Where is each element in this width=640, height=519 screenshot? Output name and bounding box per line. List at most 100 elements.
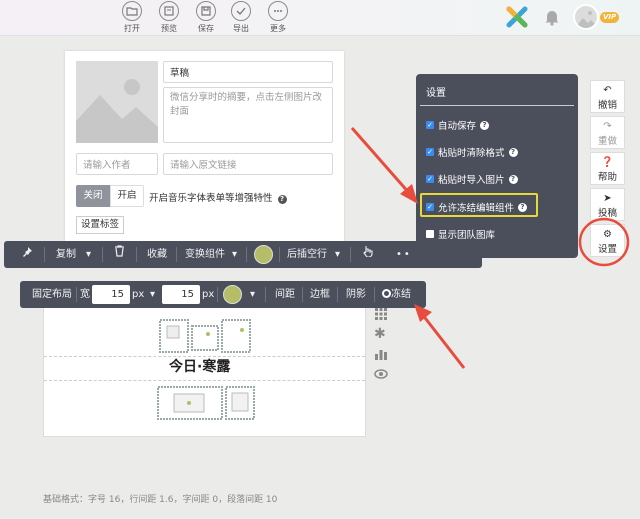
help-button[interactable]: ❓ 帮助 (590, 152, 625, 185)
author-input[interactable]: 请输入作者 (76, 153, 158, 175)
undo-button[interactable]: ↶ 撤销 (590, 80, 625, 113)
insert-dropdown-icon[interactable]: ▾ (335, 241, 340, 268)
show-team-gallery-option[interactable]: 显示团队图库 (426, 227, 495, 241)
help-circle-icon: ❓ (601, 157, 614, 168)
vip-badge: VIP (600, 12, 620, 23)
divider (44, 380, 365, 381)
separator (302, 287, 303, 302)
app-logo-icon[interactable] (506, 6, 528, 31)
help-icon[interactable]: ? (508, 174, 518, 184)
shadow-button[interactable]: 阴影 (346, 281, 366, 308)
cover-image-placeholder[interactable] (76, 61, 158, 143)
separator (337, 287, 338, 302)
open-button[interactable]: 打开 (115, 1, 149, 34)
set-tags-button[interactable]: 设置标签 (76, 216, 125, 234)
top-toolbar: 打开 预览 保存 导出 更多 VIP (0, 0, 640, 36)
redo-button[interactable]: ↷ 重做 (590, 116, 625, 149)
undo-label: 撤销 (597, 100, 617, 111)
separator (102, 247, 103, 262)
transform-component-button[interactable]: 变换组件 (185, 241, 225, 268)
trash-icon[interactable] (114, 241, 125, 268)
source-link-input[interactable]: 请输入原文链接 (163, 153, 333, 175)
article-settings-panel: 草稿 微信分享时的摘要，点击左侧图片改封面 请输入作者 请输入原文链接 关闭 开… (65, 51, 344, 241)
image-frame-group-bottom[interactable] (156, 385, 256, 421)
separator (44, 247, 45, 262)
separator (76, 287, 77, 302)
color-picker[interactable] (254, 241, 273, 268)
freeze-icon (382, 289, 391, 298)
width-label: 宽 (80, 289, 90, 300)
toggle-on-button[interactable]: 开启 (110, 185, 144, 207)
copy-dropdown-icon[interactable]: ▾ (86, 241, 91, 268)
settings-title: 设置 (426, 88, 446, 99)
separator (136, 247, 137, 262)
summary-input[interactable]: 微信分享时的摘要，点击左侧图片改封面 (163, 87, 333, 143)
freeze-label: 冻结 (391, 289, 411, 300)
separator (217, 287, 218, 302)
base-format-info: 基础格式：字号 16，行间距 1.6，字间距 0，段落间距 10 (43, 495, 278, 505)
eye-icon[interactable] (374, 367, 390, 387)
settings-dropdown: 设置 ✓ 自动保存 ? ✓ 粘贴时清除格式 ? ✓ 粘贴时导入图片 ? ✓ 允许… (416, 74, 578, 258)
editor-side-icons: ✱ (374, 307, 390, 387)
enhanced-features-label: 开启音乐字体表单等增强特性 ? (149, 190, 287, 204)
help-label: 帮助 (597, 172, 617, 183)
help-icon[interactable]: ? (508, 147, 518, 157)
preview-label: 预览 (161, 24, 177, 33)
separator (246, 247, 247, 262)
height-unit: px (202, 289, 215, 300)
height-input[interactable]: 15 (162, 285, 200, 304)
open-label: 打开 (124, 24, 140, 33)
hand-pointer-icon[interactable] (362, 241, 374, 268)
layout-color-picker[interactable] (223, 281, 242, 308)
asterisk-icon[interactable]: ✱ (374, 327, 390, 347)
bell-icon[interactable] (543, 8, 561, 29)
help-icon[interactable]: ? (518, 202, 528, 212)
auto-save-label: 自动保存 (438, 121, 477, 132)
paste-import-image-label: 粘贴时导入图片 (438, 175, 505, 186)
paste-import-image-option[interactable]: ✓ 粘贴时导入图片 ? (426, 172, 518, 186)
fixed-layout-button[interactable]: 固定布局 (32, 281, 72, 308)
bar-chart-icon[interactable] (374, 347, 390, 367)
border-button[interactable]: 边框 (310, 281, 330, 308)
width-unit: px (132, 289, 145, 300)
redo-label: 重做 (597, 136, 617, 147)
export-button[interactable]: 导出 (224, 1, 258, 34)
editor-heading[interactable]: 今日·寒露 (169, 356, 230, 376)
transform-dropdown-icon[interactable]: ▾ (232, 241, 237, 268)
paper-plane-icon: ➤ (603, 193, 612, 204)
grid-icon[interactable] (374, 307, 390, 327)
freeze-button[interactable]: 冻结 (382, 281, 411, 308)
allow-freeze-option[interactable]: ✓ 允许冻结编辑组件 ? (426, 200, 528, 214)
title-input[interactable]: 草稿 (163, 61, 333, 83)
redo-icon: ↷ (603, 121, 612, 132)
collect-button[interactable]: 收藏 (147, 241, 167, 268)
width-input[interactable]: 15 (92, 285, 130, 304)
help-icon[interactable]: ? (480, 120, 490, 130)
help-icon[interactable]: ? (277, 195, 287, 204)
export-icon (231, 1, 251, 21)
checkbox-unchecked-icon[interactable] (426, 230, 434, 238)
pin-icon[interactable] (22, 241, 33, 268)
save-button[interactable]: 保存 (189, 1, 223, 34)
toggle-off-button[interactable]: 关闭 (76, 185, 110, 207)
separator (279, 247, 280, 262)
layout-toolbar: 固定布局 宽 15 px ▾ 15 px ▾ 间距 边框 阴影 冻结 (20, 281, 426, 308)
auto-save-option[interactable]: ✓ 自动保存 ? (426, 118, 490, 132)
editor-canvas[interactable]: 今日·寒露 (43, 300, 366, 437)
paste-clear-format-option[interactable]: ✓ 粘贴时清除格式 ? (426, 145, 518, 159)
spacing-button[interactable]: 间距 (275, 281, 295, 308)
avatar[interactable] (573, 4, 599, 30)
preview-icon (159, 1, 179, 21)
layout-color-dropdown-icon[interactable]: ▾ (250, 281, 255, 308)
image-frame-group-top[interactable] (158, 318, 252, 354)
insert-blank-line-button[interactable]: 后插空行 (287, 241, 327, 268)
more-icon (268, 1, 288, 21)
unit-dropdown-icon[interactable]: ▾ (150, 281, 155, 308)
save-label: 保存 (198, 24, 214, 33)
copy-button[interactable]: 复制 (56, 241, 76, 268)
more-button[interactable]: 更多 (261, 1, 295, 34)
more-options-icon[interactable]: •• (396, 241, 412, 268)
separator (374, 287, 375, 302)
preview-button[interactable]: 预览 (152, 1, 186, 34)
component-toolbar: 复制 ▾ 收藏 变换组件 ▾ 后插空行 ▾ •• (4, 241, 482, 268)
